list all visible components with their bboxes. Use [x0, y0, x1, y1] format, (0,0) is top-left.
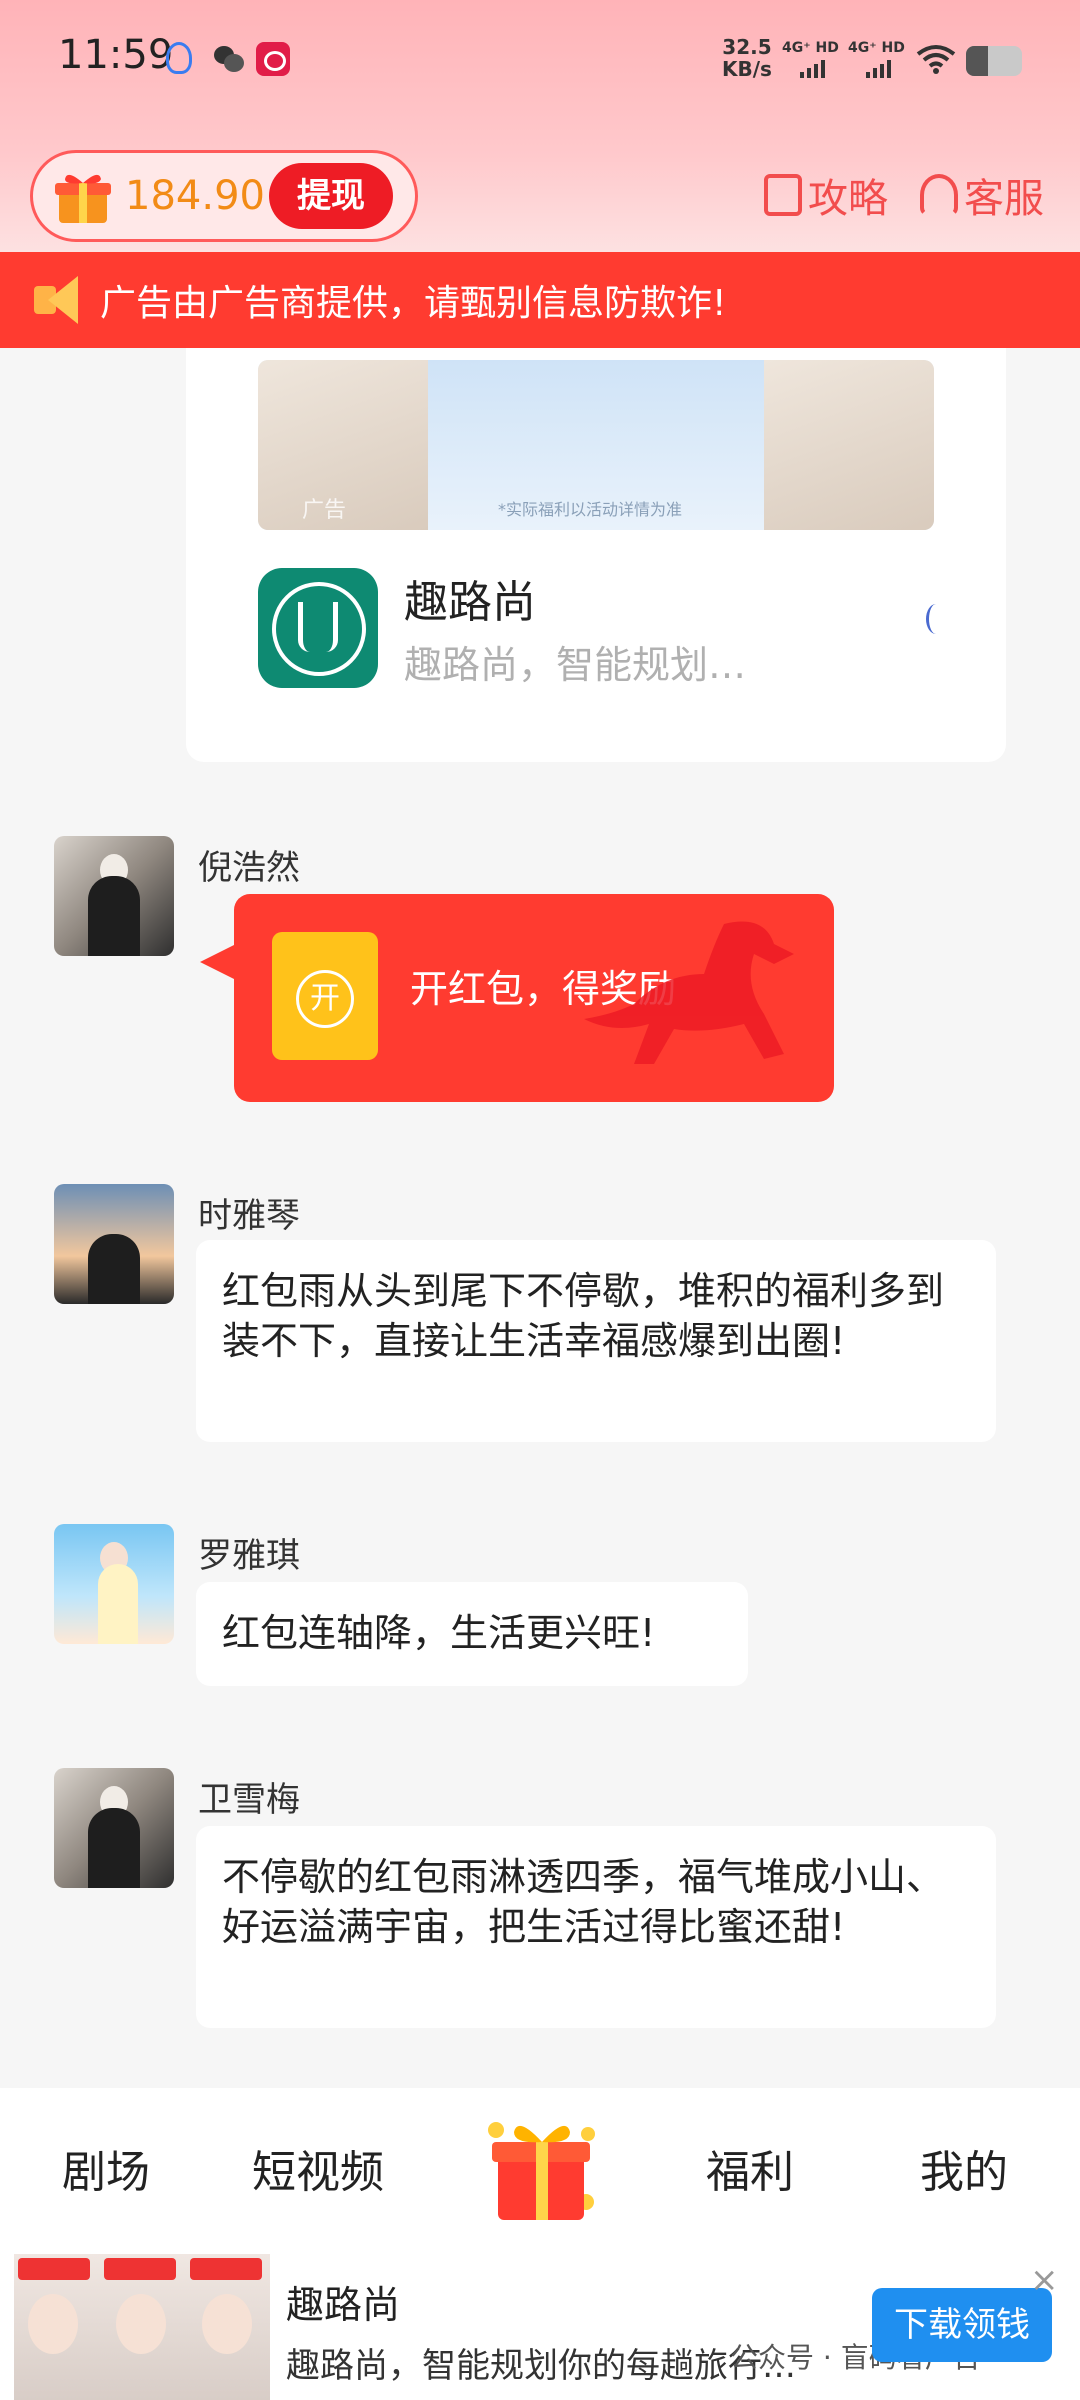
signal-icon-2: [866, 60, 891, 78]
battery-icon: [966, 46, 1022, 76]
guide-link[interactable]: 攻略: [764, 166, 888, 224]
speed-unit: KB/s: [722, 57, 772, 81]
nav-mine[interactable]: 我的: [920, 2136, 1008, 2200]
bottom-navigation: 剧场 短视频 福利 我的: [0, 2088, 1080, 2254]
sender-name: 罗雅琪: [198, 1536, 300, 1576]
headset-icon: [920, 174, 958, 216]
ad-app-description: 趣路尚，智能规划…: [404, 643, 747, 687]
wifi-icon: [916, 45, 956, 74]
close-icon[interactable]: ×: [1030, 2260, 1059, 2300]
ad-app-name: 趣路尚: [404, 577, 536, 628]
bottom-ad-title: 趣路尚: [286, 2283, 401, 2327]
deer-logo-icon: [258, 568, 378, 688]
balance-pill[interactable]: 184.90 提现: [30, 150, 418, 242]
message-bubble: 红包连轴降，生活更兴旺!: [196, 1582, 748, 1686]
nav-theater[interactable]: 剧场: [62, 2136, 150, 2200]
nav-benefits[interactable]: 福利: [706, 2136, 794, 2200]
ad-warning-banner: 广告由广告商提供，请甄别信息防欺诈!: [0, 252, 1080, 348]
bottom-ad-description: 趣路尚，智能规划你的每趟旅行…: [286, 2346, 796, 2386]
network-speed: 32.5 KB/s: [722, 36, 772, 80]
avatar[interactable]: [54, 1524, 174, 1644]
message-bubble: 不停歇的红包雨淋透四季，福气堆成小山、好运溢满宇宙，把生活过得比蜜还甜!: [196, 1826, 996, 2028]
status-time: 11:59: [58, 32, 174, 78]
network-label-2: 4G⁺ HD: [848, 40, 905, 56]
avatar[interactable]: [54, 1768, 174, 1888]
wechat-icon: [212, 42, 246, 76]
ad-media-right-image: [764, 360, 934, 530]
ad-thumbnail: [14, 2254, 270, 2400]
app-notification-icon: [256, 42, 290, 76]
horse-icon: [584, 921, 794, 1064]
customer-service-link[interactable]: 客服: [920, 166, 1044, 224]
envelope-icon: 开: [272, 932, 378, 1060]
speaker-icon: [34, 276, 86, 324]
gift-icon: [55, 174, 111, 223]
balance-value: 184.90: [125, 173, 265, 219]
speed-value: 32.5: [722, 35, 772, 59]
bubble-tail: [200, 944, 236, 980]
download-button[interactable]: 下载领钱: [872, 2288, 1052, 2362]
guide-label: 攻略: [808, 176, 888, 222]
warning-text: 广告由广告商提供，请甄别信息防欺诈!: [100, 283, 727, 324]
loading-icon: [926, 604, 946, 634]
sender-name: 卫雪梅: [198, 1780, 300, 1820]
ad-media-tag: 广告: [302, 498, 347, 523]
red-packet-message[interactable]: 开 开红包，得奖励: [234, 894, 834, 1102]
qq-icon: [166, 42, 192, 74]
network-label-1: 4G⁺ HD: [782, 40, 839, 56]
withdraw-button[interactable]: 提现: [269, 163, 393, 229]
signal-icon: [800, 60, 825, 78]
bottom-ad-banner[interactable]: 趣路尚 趣路尚，智能规划你的每趟旅行… 公众号 · 盲码看广告 下载领钱 ×: [0, 2254, 1080, 2400]
ad-media[interactable]: 广告 *实际福利以活动详情为准: [258, 360, 934, 530]
open-coin: 开: [296, 970, 354, 1028]
ad-card[interactable]: 广告 *实际福利以活动详情为准 趣路尚 趣路尚，智能规划…: [186, 348, 1006, 762]
sender-name: 倪浩然: [198, 848, 300, 888]
avatar[interactable]: [54, 1184, 174, 1304]
gift-box-icon[interactable]: [478, 2110, 604, 2228]
service-label: 客服: [964, 176, 1044, 222]
sender-name: 时雅琴: [198, 1196, 300, 1236]
ad-media-note: *实际福利以活动详情为准: [498, 500, 683, 519]
book-icon: [764, 174, 802, 216]
status-bar: 11:59 32.5 KB/s 4G⁺ HD 4G⁺ HD: [0, 0, 1080, 120]
message-bubble: 红包雨从头到尾下不停歇，堆积的福利多到装不下，直接让生活幸福感爆到出圈!: [196, 1240, 996, 1442]
nav-short-video[interactable]: 短视频: [252, 2136, 384, 2200]
avatar[interactable]: [54, 836, 174, 956]
